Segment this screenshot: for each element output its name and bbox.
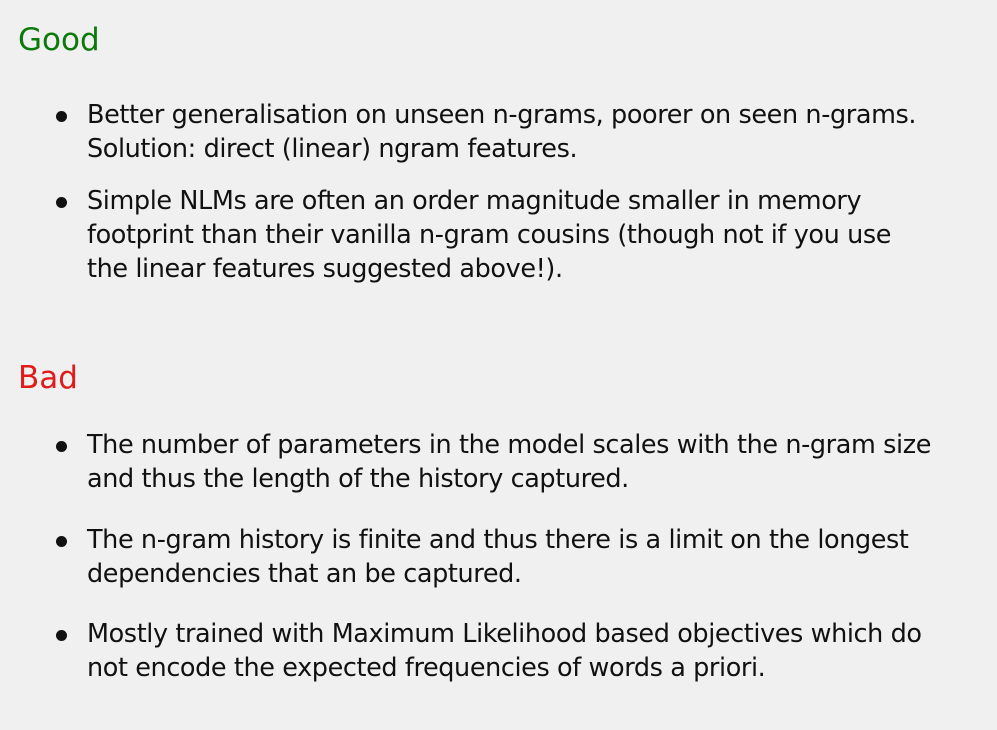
bad-bullet-3-text: Mostly trained with Maximum Likelihood b… bbox=[87, 617, 992, 685]
text-line: The n-gram history is finite and thus th… bbox=[87, 525, 909, 555]
good-heading: Good bbox=[18, 22, 100, 58]
bad-heading: Bad bbox=[18, 360, 78, 396]
text-line: footprint than their vanilla n-gram cous… bbox=[87, 220, 892, 250]
bullet-dot-icon bbox=[56, 197, 67, 208]
bad-bullet-1-text: The number of parameters in the model sc… bbox=[87, 428, 992, 496]
good-bullet-2-text: Simple NLMs are often an order magnitude… bbox=[87, 184, 992, 286]
good-bullet-1-text: Better generalisation on unseen n-grams,… bbox=[87, 98, 992, 166]
text-line: the linear features suggested above!). bbox=[87, 254, 563, 284]
text-line: not encode the expected frequencies of w… bbox=[87, 653, 766, 683]
slide: Good Better generalisation on unseen n-g… bbox=[0, 0, 997, 730]
text-line: dependencies that an be captured. bbox=[87, 559, 522, 589]
bullet-dot-icon bbox=[56, 630, 67, 641]
bullet-dot-icon bbox=[56, 441, 67, 452]
text-line: Better generalisation on unseen n-grams,… bbox=[87, 100, 917, 130]
text-line: Solution: direct (linear) ngram features… bbox=[87, 134, 578, 164]
text-line: Mostly trained with Maximum Likelihood b… bbox=[87, 619, 922, 649]
text-line: The number of parameters in the model sc… bbox=[87, 430, 931, 460]
bullet-dot-icon bbox=[56, 111, 67, 122]
bad-bullet-2-text: The n-gram history is finite and thus th… bbox=[87, 523, 992, 591]
text-line: Simple NLMs are often an order magnitude… bbox=[87, 186, 862, 216]
bullet-dot-icon bbox=[56, 536, 67, 547]
text-line: and thus the length of the history captu… bbox=[87, 464, 629, 494]
